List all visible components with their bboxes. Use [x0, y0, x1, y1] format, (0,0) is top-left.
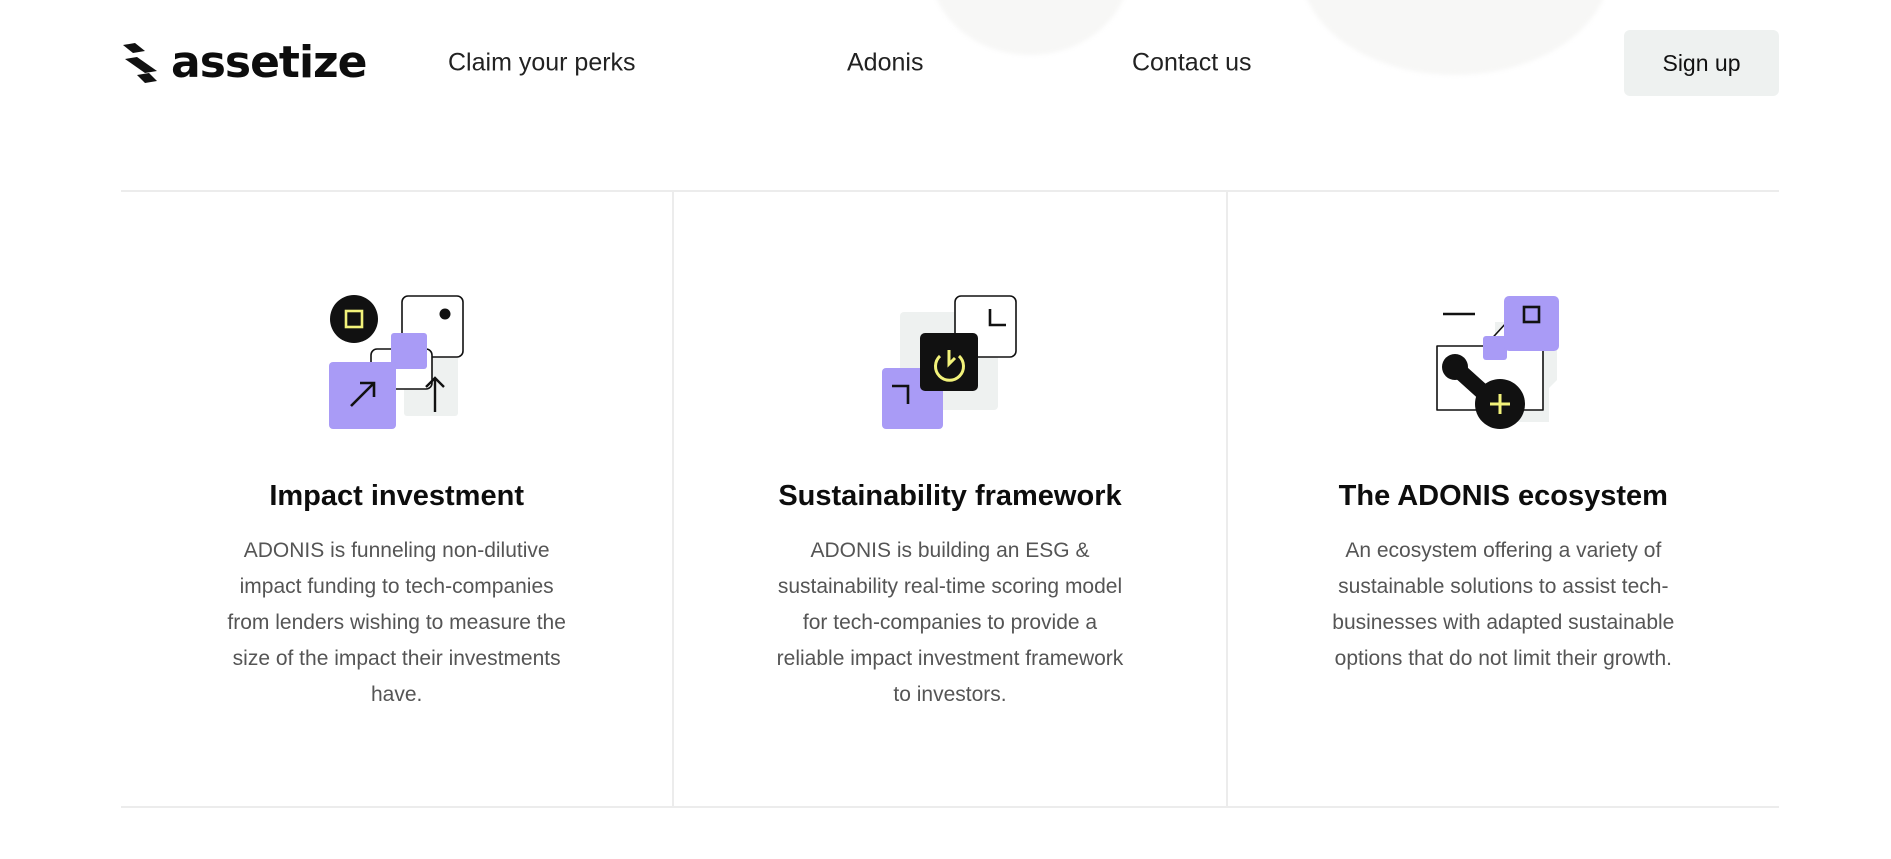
site-header: assetize Claim your perks Adonis Contact… [121, 30, 1779, 96]
sustainability-framework-icon [881, 295, 1017, 429]
feature-card-impact-investment: Impact investment ADONIS is funneling no… [121, 192, 672, 806]
feature-description: ADONIS is building an ESG & sustainabili… [776, 539, 1124, 706]
feature-description: ADONIS is funneling non-dilutive impact … [227, 539, 566, 706]
nav-link-contact[interactable]: Contact us [1132, 49, 1252, 78]
sign-up-button[interactable]: Sign up [1624, 30, 1779, 96]
nav-link-adonis[interactable]: Adonis [847, 49, 923, 78]
feature-title: Sustainability framework [778, 480, 1122, 512]
logo-text: assetize [171, 37, 367, 88]
feature-card-sustainability-framework: Sustainability framework ADONIS is build… [672, 192, 1225, 806]
feature-title: Impact investment [269, 480, 524, 512]
ecosystem-icon [1436, 296, 1560, 429]
logo[interactable]: assetize [121, 37, 367, 88]
feature-title: The ADONIS ecosystem [1338, 480, 1668, 512]
page: assetize Claim your perks Adonis Contact… [0, 0, 1891, 859]
nav-link-claim-perks[interactable]: Claim your perks [448, 49, 636, 78]
feature-card-adonis-ecosystem: The ADONIS ecosystem An ecosystem offeri… [1225, 192, 1779, 806]
impact-investment-icon [328, 295, 464, 429]
logo-mark-icon [123, 43, 157, 83]
feature-description: An ecosystem offering a variety of susta… [1332, 539, 1675, 670]
features-section: Impact investment ADONIS is funneling no… [121, 190, 1779, 808]
